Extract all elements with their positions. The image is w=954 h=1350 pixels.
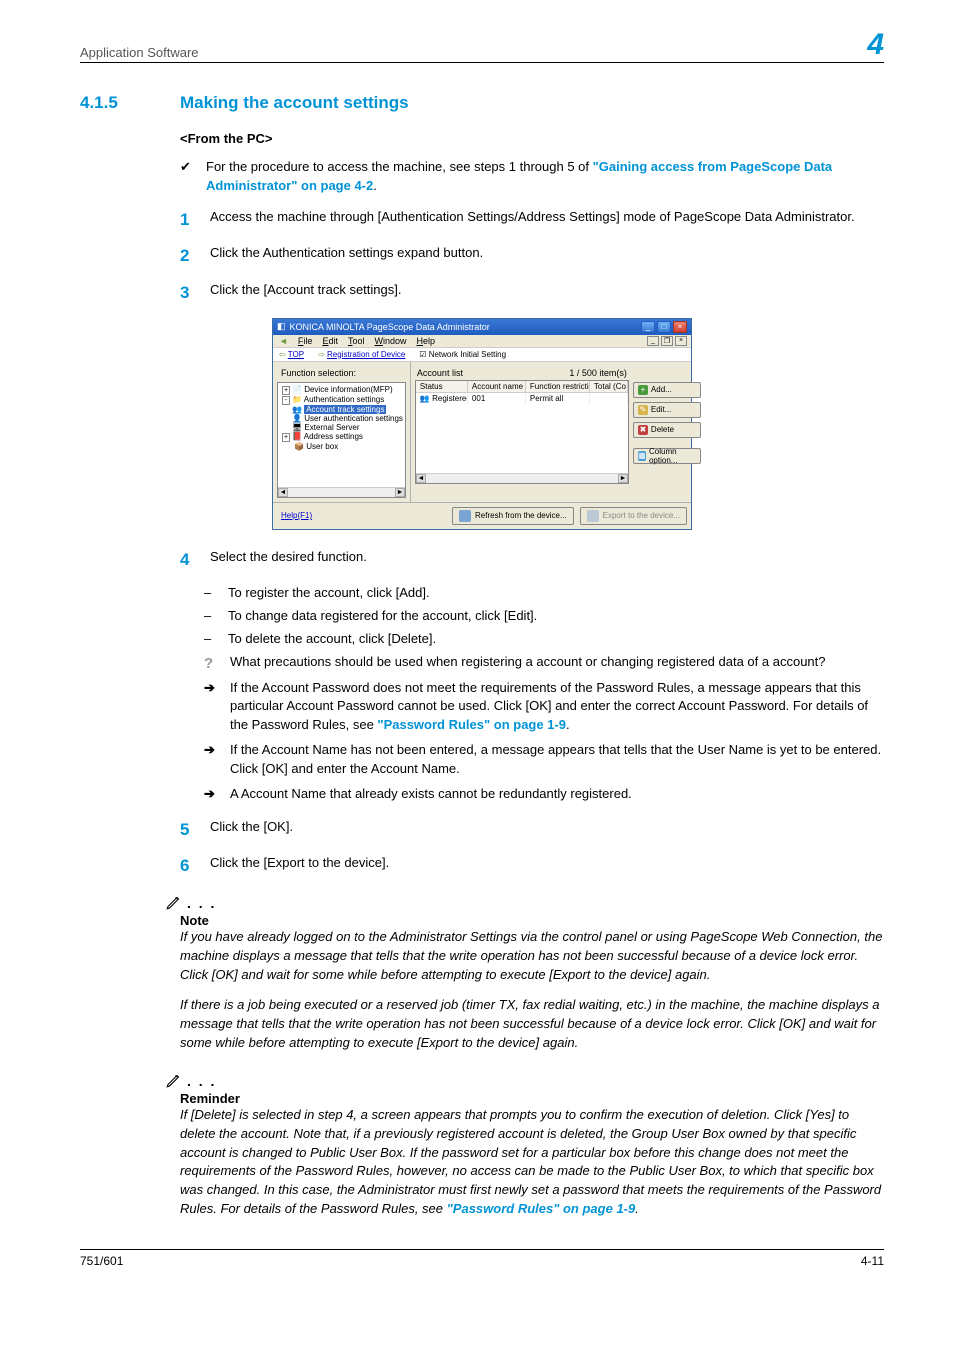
step-text-5: Click the [OK].	[210, 818, 293, 843]
bullet-text: For the procedure to access the machine,…	[206, 158, 884, 196]
close-button[interactable]: ×	[673, 321, 687, 333]
note-icon: . . .	[165, 893, 884, 911]
step-text-6: Click the [Export to the device].	[210, 854, 389, 879]
step-number-6: 6	[180, 854, 198, 879]
maximize-button[interactable]: □	[657, 321, 671, 333]
arrow-icon: ➔	[204, 679, 218, 736]
dash-text-3: To delete the account, click [Delete].	[228, 630, 436, 649]
arrow-text-1: If the Account Password does not meet th…	[230, 679, 884, 736]
menu-help[interactable]: Help	[417, 336, 436, 346]
column-icon: ▦	[638, 451, 646, 461]
step-text-2: Click the Authentication settings expand…	[210, 244, 483, 269]
crumb-top[interactable]: TOP	[288, 350, 304, 359]
link-password-rules-2[interactable]: "Password Rules" on page 1-9	[447, 1201, 636, 1216]
table-row[interactable]: 👥 Registered 001 Permit all	[416, 393, 628, 404]
dash-icon: –	[204, 584, 216, 603]
window-title: KONICA MINOLTA PageScope Data Administra…	[290, 322, 490, 332]
col-status[interactable]: Status	[416, 381, 468, 392]
menu-edit[interactable]: Edit	[322, 336, 338, 346]
crumb-registration[interactable]: Registration of Device	[327, 350, 405, 359]
note-paragraph-2: If there is a job being executed or a re…	[180, 996, 884, 1053]
footer-page-number: 4-11	[861, 1254, 884, 1268]
arrow-icon: ➔	[204, 741, 218, 779]
sub-restore-button[interactable]: ❐	[661, 336, 673, 346]
dash-icon: –	[204, 607, 216, 626]
question-icon: ?	[204, 653, 218, 675]
step-text-1: Access the machine through [Authenticati…	[210, 208, 855, 233]
step-number-4: 4	[180, 548, 198, 573]
function-tree[interactable]: +📄 Device information(MFP) -📁 Authentica…	[277, 382, 406, 498]
running-header: Application Software	[80, 45, 199, 60]
step-number-3: 3	[180, 281, 198, 306]
account-list-label: Account list	[417, 368, 463, 378]
bullet-check-icon: ✔	[180, 158, 194, 196]
col-total[interactable]: Total (Co	[590, 381, 628, 392]
menu-file[interactable]: File	[298, 336, 313, 346]
reminder-icon: . . .	[165, 1071, 884, 1089]
refresh-button[interactable]: Refresh from the device...	[452, 507, 574, 525]
window-titlebar: ◧ KONICA MINOLTA PageScope Data Administ…	[273, 319, 691, 335]
step-number-1: 1	[180, 208, 198, 233]
dash-text-2: To change data registered for the accoun…	[228, 607, 537, 626]
edit-icon: ✎	[638, 405, 648, 415]
column-option-button[interactable]: ▦Column option...	[633, 448, 701, 464]
note-heading: Note	[180, 913, 884, 928]
delete-button[interactable]: ✖Delete	[633, 422, 701, 438]
account-table[interactable]: Status Account name Function restriction…	[415, 380, 629, 484]
menu-bar: ◄ File Edit Tool Window Help _ ❐ ×	[273, 335, 691, 347]
screenshot-window: ◧ KONICA MINOLTA PageScope Data Administ…	[272, 318, 692, 530]
step-number-2: 2	[180, 244, 198, 269]
sub-minimize-button[interactable]: _	[647, 336, 659, 346]
crumb-network: Network Initial Setting	[429, 350, 506, 359]
function-selection-label: Function selection:	[277, 366, 406, 380]
step-text-3: Click the [Account track settings].	[210, 281, 401, 306]
edit-button[interactable]: ✎Edit...	[633, 402, 701, 418]
question-text: What precautions should be used when reg…	[230, 653, 826, 675]
col-function-restriction[interactable]: Function restriction	[526, 381, 590, 392]
help-link[interactable]: Help(F1)	[277, 511, 312, 520]
step-number-5: 5	[180, 818, 198, 843]
step-text-4: Select the desired function.	[210, 548, 367, 573]
section-number: 4.1.5	[80, 93, 180, 113]
export-icon	[587, 510, 599, 522]
col-account-name[interactable]: Account name	[468, 381, 526, 392]
add-icon: +	[638, 385, 648, 395]
app-icon: ◧	[277, 321, 286, 332]
export-button[interactable]: Export to the device...	[580, 507, 687, 525]
chapter-number: 4	[867, 30, 884, 60]
reminder-heading: Reminder	[180, 1091, 884, 1106]
footer-model: 751/601	[80, 1254, 123, 1268]
reminder-paragraph: If [Delete] is selected in step 4, a scr…	[180, 1106, 884, 1219]
subheading-from-pc: <From the PC>	[180, 131, 884, 146]
back-button[interactable]: ◄	[279, 336, 288, 346]
sub-close-button[interactable]: ×	[675, 336, 687, 346]
add-button[interactable]: +Add...	[633, 382, 701, 398]
account-count: 1 / 500 item(s)	[569, 368, 627, 378]
menu-window[interactable]: Window	[374, 336, 406, 346]
tree-selected-item[interactable]: Account track settings	[304, 405, 386, 414]
dash-icon: –	[204, 630, 216, 649]
section-title: Making the account settings	[180, 93, 409, 113]
refresh-icon	[459, 510, 471, 522]
delete-icon: ✖	[638, 425, 648, 435]
dash-text-1: To register the account, click [Add].	[228, 584, 430, 603]
arrow-text-2: If the Account Name has not been entered…	[230, 741, 884, 779]
arrow-icon: ➔	[204, 785, 218, 804]
minimize-button[interactable]: _	[641, 321, 655, 333]
table-scrollbar[interactable]: ◄►	[416, 473, 628, 483]
tree-scrollbar[interactable]: ◄►	[278, 487, 405, 497]
arrow-text-3: A Account Name that already exists canno…	[230, 785, 632, 804]
link-password-rules-1[interactable]: "Password Rules" on page 1-9	[377, 717, 566, 732]
breadcrumb-bar: ⇦ TOP ⇨ Registration of Device ☑ Network…	[273, 347, 691, 362]
note-paragraph-1: If you have already logged on to the Adm…	[180, 928, 884, 985]
menu-tool[interactable]: Tool	[348, 336, 365, 346]
